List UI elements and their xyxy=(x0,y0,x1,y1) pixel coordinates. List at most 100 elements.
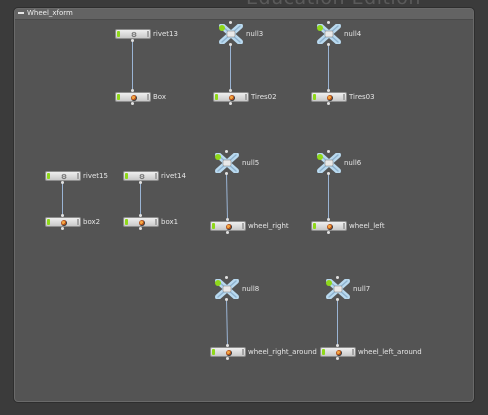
null-icon[interactable] xyxy=(214,150,240,175)
input-port[interactable] xyxy=(229,21,232,24)
display-flag[interactable] xyxy=(125,219,128,225)
node-body[interactable] xyxy=(210,221,246,231)
geo-object-icon xyxy=(226,224,232,230)
node-body[interactable] xyxy=(213,92,249,102)
node-label[interactable]: wheel_left_around xyxy=(358,347,422,357)
input-port[interactable] xyxy=(336,276,339,279)
output-port[interactable] xyxy=(336,298,339,301)
node-label[interactable]: wheel_right_around xyxy=(248,347,317,357)
output-port[interactable] xyxy=(225,172,228,175)
null-icon[interactable] xyxy=(316,150,342,175)
output-port[interactable] xyxy=(139,181,142,184)
rivet-icon: ⚙ xyxy=(130,31,138,39)
output-port[interactable] xyxy=(139,227,142,230)
rivet-icon: ⚙ xyxy=(138,173,146,181)
node-body[interactable] xyxy=(115,92,151,102)
display-flag[interactable] xyxy=(47,173,50,179)
node-body[interactable]: ⚙ xyxy=(115,29,151,39)
output-port[interactable] xyxy=(61,181,64,184)
node-label[interactable]: rivet14 xyxy=(161,171,186,181)
null-icon[interactable] xyxy=(214,276,240,301)
lock-flag[interactable] xyxy=(245,94,247,100)
display-flag[interactable] xyxy=(317,25,323,31)
display-flag[interactable] xyxy=(215,280,221,286)
node-label[interactable]: Tires02 xyxy=(251,92,277,102)
output-port[interactable] xyxy=(327,102,330,105)
input-port[interactable] xyxy=(225,276,228,279)
node-label[interactable]: rivet15 xyxy=(83,171,108,181)
geo-object-icon xyxy=(61,220,67,226)
output-port[interactable] xyxy=(131,102,134,105)
display-flag[interactable] xyxy=(125,173,128,179)
node-label[interactable]: null7 xyxy=(353,284,370,294)
output-port[interactable] xyxy=(226,231,229,234)
node-body[interactable] xyxy=(311,92,347,102)
input-port[interactable] xyxy=(327,21,330,24)
display-flag[interactable] xyxy=(212,349,215,355)
lock-flag[interactable] xyxy=(343,94,345,100)
output-port[interactable] xyxy=(225,298,228,301)
network-box-header[interactable]: Wheel_xform xyxy=(15,9,473,20)
input-port[interactable] xyxy=(327,150,330,153)
output-port[interactable] xyxy=(327,231,330,234)
node-label[interactable]: null3 xyxy=(246,29,263,39)
display-flag[interactable] xyxy=(317,154,323,160)
geo-object-icon xyxy=(229,95,235,101)
lock-flag[interactable] xyxy=(77,173,79,179)
lock-flag[interactable] xyxy=(242,349,244,355)
node-label[interactable]: box2 xyxy=(83,217,100,227)
lock-flag[interactable] xyxy=(147,31,149,37)
node-body[interactable] xyxy=(210,347,246,357)
lock-flag[interactable] xyxy=(77,219,79,225)
minus-icon[interactable] xyxy=(18,12,24,14)
node-label[interactable]: null6 xyxy=(344,158,361,168)
display-flag[interactable] xyxy=(326,280,332,286)
display-flag[interactable] xyxy=(47,219,50,225)
null-icon[interactable] xyxy=(218,21,244,46)
display-flag[interactable] xyxy=(219,25,225,31)
node-label[interactable]: Tires03 xyxy=(349,92,375,102)
output-port[interactable] xyxy=(229,43,232,46)
lock-flag[interactable] xyxy=(242,223,244,229)
node-label[interactable]: Box xyxy=(153,92,166,102)
node-label[interactable]: null4 xyxy=(344,29,361,39)
null-icon[interactable] xyxy=(325,276,351,301)
lock-flag[interactable] xyxy=(352,349,354,355)
lock-flag[interactable] xyxy=(343,223,345,229)
output-port[interactable] xyxy=(327,43,330,46)
display-flag[interactable] xyxy=(215,94,218,100)
display-flag[interactable] xyxy=(313,94,316,100)
geo-object-icon xyxy=(226,350,232,356)
null-icon[interactable] xyxy=(316,21,342,46)
rivet-icon: ⚙ xyxy=(60,173,68,181)
node-label[interactable]: box1 xyxy=(161,217,178,227)
output-port[interactable] xyxy=(61,227,64,230)
display-flag[interactable] xyxy=(117,31,120,37)
node-label[interactable]: wheel_left xyxy=(349,221,385,231)
input-port[interactable] xyxy=(225,150,228,153)
node-label[interactable]: null8 xyxy=(242,284,259,294)
display-flag[interactable] xyxy=(212,223,215,229)
node-body[interactable] xyxy=(123,217,159,227)
output-port[interactable] xyxy=(131,39,134,42)
node-label[interactable]: wheel_right xyxy=(248,221,289,231)
node-body[interactable]: ⚙ xyxy=(45,171,81,181)
display-flag[interactable] xyxy=(117,94,120,100)
output-port[interactable] xyxy=(327,172,330,175)
output-port[interactable] xyxy=(336,357,339,360)
node-body[interactable] xyxy=(320,347,356,357)
display-flag[interactable] xyxy=(215,154,221,160)
lock-flag[interactable] xyxy=(155,173,157,179)
node-body[interactable]: ⚙ xyxy=(123,171,159,181)
lock-flag[interactable] xyxy=(155,219,157,225)
node-label[interactable]: rivet13 xyxy=(153,29,178,39)
network-box-wheel-xform[interactable]: Wheel_xform xyxy=(14,8,474,402)
output-port[interactable] xyxy=(229,102,232,105)
node-label[interactable]: null5 xyxy=(242,158,259,168)
display-flag[interactable] xyxy=(322,349,325,355)
node-body[interactable] xyxy=(45,217,81,227)
display-flag[interactable] xyxy=(313,223,316,229)
output-port[interactable] xyxy=(226,357,229,360)
lock-flag[interactable] xyxy=(147,94,149,100)
node-body[interactable] xyxy=(311,221,347,231)
